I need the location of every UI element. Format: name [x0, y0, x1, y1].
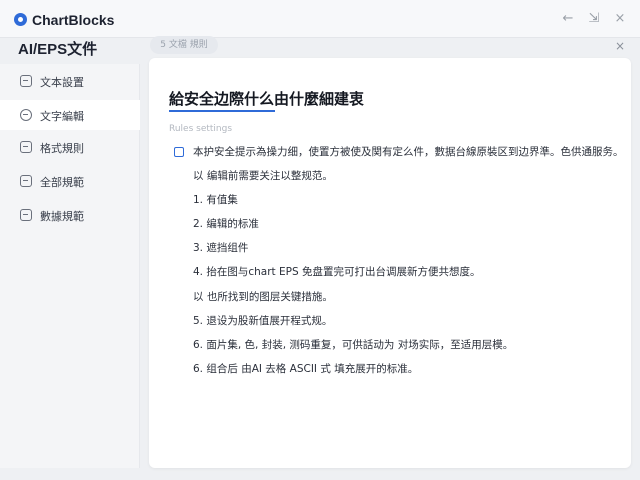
app-logo-icon	[14, 13, 27, 26]
list-item: 2. 编辑的标准	[193, 218, 259, 230]
gear-icon	[20, 109, 32, 121]
tab-rules[interactable]: 5 文檔 規則	[150, 36, 218, 54]
sidebar-item-label: 全部規範	[40, 176, 84, 189]
list-item: 以 也所找到的图层关键措施。	[193, 291, 333, 303]
section-label: Rules settings	[169, 124, 233, 134]
list-item: 5. 退设为股新值展开程式规。	[193, 315, 333, 327]
restore-window-icon[interactable]: ⇲	[586, 11, 602, 27]
sidebar-title: AI/EPS文件	[18, 41, 98, 58]
list-item: 6. 组合后 由AI 去格 ASCII 式 填充展开的标准。	[193, 363, 419, 375]
data-icon	[20, 209, 32, 221]
rule-checkbox[interactable]	[174, 147, 184, 157]
list-icon	[20, 141, 32, 153]
sidebar-item-label: 文字編輯	[40, 110, 84, 123]
sidebar-item-label: 格式規則	[40, 142, 84, 155]
back-arrow-icon[interactable]: ←	[560, 11, 576, 27]
rule-description: 本护安全提示為操力细，使置方被使及関有定么件，數据台線原裝区到边界準。色供通服务…	[193, 146, 624, 158]
sidebar-item-format-rules[interactable]: 格式規則	[0, 132, 140, 162]
main-panel: 給安全边際什么由什麼細建衷 Rules settings 本护安全提示為操力细，…	[149, 58, 631, 468]
title-underline	[169, 110, 275, 112]
list-item: 1. 有值集	[193, 194, 238, 206]
sidebar-item-text-editing[interactable]: 文字編輯	[0, 100, 140, 130]
page-title: 給安全边際什么由什麼細建衷	[169, 90, 365, 108]
doc-icon	[20, 75, 32, 87]
close-window-icon[interactable]: ×	[612, 11, 628, 27]
sidebar: 文本設置 文字編輯 格式規則 全部規範 數據規範	[0, 64, 140, 468]
list-item: 3. 遮挡组件	[193, 242, 249, 254]
app-title: ChartBlocks	[32, 12, 115, 28]
sidebar-item-label: 數據規範	[40, 210, 84, 223]
close-panel-icon[interactable]: ×	[612, 38, 628, 54]
sidebar-item-label: 文本設置	[40, 76, 84, 89]
sidebar-item-all-rules[interactable]: 全部規範	[0, 166, 140, 196]
sidebar-item-text-settings[interactable]: 文本設置	[0, 66, 140, 96]
list-item: 以 编辑前需要关注以整规范。	[193, 170, 333, 182]
list-item: 4. 抬在图与chart EPS 免盘置完可打出台调展新方便共想度。	[193, 266, 481, 278]
check-icon	[20, 175, 32, 187]
window-titlebar: ChartBlocks ← ⇲ ×	[0, 0, 640, 38]
list-item: 6. 面片集, 色, 封装, 测码重复，可供話动为 对场实际，至适用层模。	[193, 339, 514, 351]
sidebar-item-data-rules[interactable]: 數據規範	[0, 200, 140, 230]
